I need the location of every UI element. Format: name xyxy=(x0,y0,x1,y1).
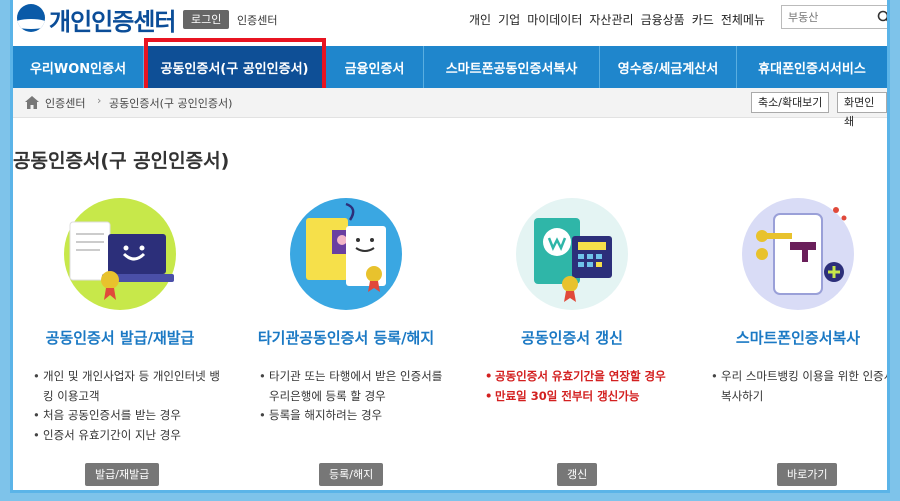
nav-item-smartphone-copy[interactable]: 스마트폰공동인증서복사 xyxy=(424,46,600,88)
search-box xyxy=(781,5,890,29)
list-item: 타기관 또는 타행에서 받은 인증서를 우리은행에 등록 할 경우 xyxy=(259,367,453,406)
nav-item-finance-cert[interactable]: 금융인증서 xyxy=(326,46,424,88)
top-link-asset[interactable]: 자산관리 xyxy=(589,11,633,28)
top-links: 개인 기업 마이데이터 자산관리 금융상품 카드 전체메뉴 xyxy=(469,11,765,28)
browser-frame: 개인인증센터 로그인 인증센터 개인 기업 마이데이터 자산관리 금융상품 카드… xyxy=(10,0,890,493)
list-item: 인증서 유효기간이 지난 경우 xyxy=(33,426,227,446)
certificate-renew-icon xyxy=(516,198,628,310)
list-item: 우리 스마트뱅킹 이용을 위한 인증서 복사하기 xyxy=(711,367,887,406)
card-title-renew: 공동인증서 갱신 xyxy=(521,329,623,347)
certificate-laptop-icon xyxy=(64,198,176,310)
card-list-register: 타기관 또는 타행에서 받은 인증서를 우리은행에 등록 할 경우 등록을 해지… xyxy=(259,367,453,426)
list-item: 개인 및 개인사업자 등 개인인터넷 뱅킹 이용고객 xyxy=(33,367,227,406)
nav-item-phone-cert[interactable]: 휴대폰인증서서비스 xyxy=(737,46,887,88)
go-button[interactable]: 바로가기 xyxy=(777,463,838,486)
breadcrumb-item-current: 공동인증서(구 공인인증서) xyxy=(109,97,233,110)
bank-logo-icon[interactable] xyxy=(17,4,45,32)
card-title-smartphone-copy: 스마트폰인증서복사 xyxy=(735,329,861,347)
cert-center-link[interactable]: 인증센터 xyxy=(237,12,277,28)
top-link-mydata[interactable]: 마이데이터 xyxy=(527,11,582,28)
top-link-business[interactable]: 기업 xyxy=(498,11,520,28)
list-item: 공동인증서 유효기간을 연장할 경우 xyxy=(485,367,679,387)
site-logo-text[interactable]: 개인인증센터 xyxy=(49,2,176,37)
page-title: 공동인증서(구 공인인증서) xyxy=(13,150,230,172)
list-item: 처음 공동인증서를 받는 경우 xyxy=(33,406,227,426)
search-icon[interactable] xyxy=(876,9,890,25)
nav-item-receipt[interactable]: 영수증/세금계산서 xyxy=(600,46,737,88)
breadcrumb-separator: › xyxy=(97,94,102,107)
card-title-register: 타기관공동인증서 등록/해지 xyxy=(257,329,435,347)
top-link-products[interactable]: 금융상품 xyxy=(641,11,685,28)
card-title-issue: 공동인증서 발급/재발급 xyxy=(45,329,195,347)
site-header: 개인인증센터 로그인 인증센터 개인 기업 마이데이터 자산관리 금융상품 카드… xyxy=(13,0,887,40)
print-button[interactable]: 화면인쇄 xyxy=(837,92,887,128)
certificate-exchange-icon xyxy=(290,198,402,310)
card-list-issue: 개인 및 개인사업자 등 개인인터넷 뱅킹 이용고객 처음 공동인증서를 받는 … xyxy=(33,367,227,445)
login-button[interactable]: 로그인 xyxy=(183,10,230,29)
card-list-smartphone-copy: 우리 스마트뱅킹 이용을 위한 인증서 복사하기 xyxy=(711,367,887,406)
search-input[interactable] xyxy=(782,6,862,29)
issue-button[interactable]: 발급/재발급 xyxy=(85,463,160,486)
top-link-all-menu[interactable]: 전체메뉴 xyxy=(721,11,765,28)
register-button[interactable]: 등록/해지 xyxy=(319,463,384,486)
home-icon[interactable] xyxy=(25,96,39,109)
top-link-card[interactable]: 카드 xyxy=(692,11,714,28)
breadcrumb-item-center[interactable]: 인증센터 xyxy=(45,95,85,111)
breadcrumb: 인증센터 › 공동인증서(구 공인인증서) 축소/확대보기 화면인쇄 xyxy=(13,88,887,128)
smartphone-copy-icon xyxy=(742,198,854,310)
zoom-button[interactable]: 축소/확대보기 xyxy=(751,92,830,113)
list-item: 등록을 해지하려는 경우 xyxy=(259,406,453,426)
nav-item-won-cert[interactable]: 우리WON인증서 xyxy=(13,46,144,88)
renew-button[interactable]: 갱신 xyxy=(557,463,598,486)
card-list-renew: 공동인증서 유효기간을 연장할 경우 만료일 30일 전부터 갱신가능 xyxy=(485,367,679,406)
list-item: 만료일 30일 전부터 갱신가능 xyxy=(485,387,679,407)
top-link-personal[interactable]: 개인 xyxy=(469,11,491,28)
